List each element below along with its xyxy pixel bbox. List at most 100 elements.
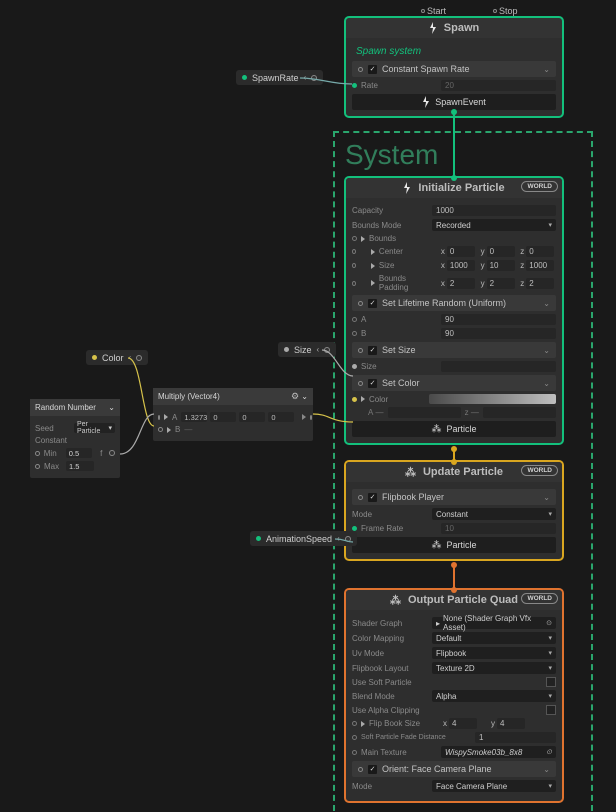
color-pill[interactable]: Color‹ <box>86 350 148 365</box>
init-footer[interactable]: ⁂Particle <box>352 421 556 437</box>
bp-y-field[interactable]: 2 <box>487 278 515 289</box>
chevron-left-icon: ‹ <box>304 73 307 82</box>
multiply-node[interactable]: Multiply (Vector4)⚙ ⌄ A 1.3273 0 0 0 B— <box>153 388 313 441</box>
mul-out-port[interactable] <box>310 415 312 420</box>
bp-z-field[interactable]: 2 <box>526 278 554 289</box>
output-port[interactable] <box>136 355 142 361</box>
update-footer[interactable]: ⁂Particle <box>352 537 556 553</box>
rate-field[interactable]: 20 <box>441 80 556 91</box>
mode-label: Mode <box>352 510 428 519</box>
mul-a-label: A <box>172 413 177 422</box>
mul-a-x[interactable]: 1.3273 <box>181 412 207 422</box>
mul-a-z[interactable]: 0 <box>239 412 265 422</box>
fb-layout-label: Flipbook Layout <box>352 664 428 673</box>
constant-label: Constant <box>35 436 115 445</box>
chevron-down-icon[interactable]: ⌄ <box>301 392 308 401</box>
min-field[interactable]: 0.5 <box>66 448 92 458</box>
random-number-node[interactable]: Random Number⌄ SeedPer Particle▾ Constan… <box>30 399 120 478</box>
gear-icon[interactable]: ⚙ <box>291 391 299 401</box>
use-soft-particle-check[interactable] <box>546 677 556 687</box>
size-pill[interactable]: Size‹ <box>278 342 336 357</box>
anim-speed-pill[interactable]: AnimationSpeed‹ <box>250 531 357 546</box>
target-icon[interactable]: ⊙ <box>546 748 552 756</box>
chevron-down-icon: ⌄ <box>543 65 550 74</box>
fb-y-field[interactable]: 4 <box>497 718 525 729</box>
chevron-down-icon: ⌄ <box>543 379 550 388</box>
orient-header[interactable]: ✓Orient: Face Camera Plane⌄ <box>352 761 556 777</box>
max-port[interactable] <box>35 464 40 469</box>
color-gradient[interactable] <box>429 394 556 404</box>
spawn-node[interactable]: Spawn Spawn system ✓ Constant Spawn Rate… <box>346 18 562 116</box>
output-port[interactable] <box>345 536 351 542</box>
chevron-down-icon: ▾ <box>548 692 552 700</box>
min-port[interactable] <box>35 451 40 456</box>
chevron-down-icon[interactable]: ⌄ <box>108 403 115 412</box>
blend-select[interactable]: Alpha▾ <box>432 690 556 702</box>
set-lifetime-header[interactable]: ✓Set Lifetime Random (Uniform)⌄ <box>352 295 556 311</box>
stop-marker: Stop <box>493 6 518 16</box>
fb-layout-select[interactable]: Texture 2D▾ <box>432 662 556 674</box>
orient-mode-label: Mode <box>352 782 428 791</box>
size-port[interactable] <box>352 364 357 369</box>
check-icon: ✓ <box>368 65 377 74</box>
framerate-field[interactable]: 10 <box>441 523 556 534</box>
fb-x-field[interactable]: 4 <box>449 718 477 729</box>
dash-label-z: z — <box>465 408 479 417</box>
target-icon[interactable]: ⊙ <box>546 619 552 627</box>
center-y-field[interactable]: 0 <box>487 246 515 257</box>
output-port[interactable] <box>324 347 330 353</box>
flipbook-header[interactable]: ✓Flipbook Player⌄ <box>352 489 556 505</box>
bounds-mode-select[interactable]: Recorded▾ <box>432 219 556 231</box>
center-x-field[interactable]: 0 <box>447 246 475 257</box>
init-particle-node[interactable]: Initialize Particle WORLD Capacity1000 B… <box>346 178 562 443</box>
capacity-field[interactable]: 1000 <box>432 205 556 216</box>
mul-b-port[interactable] <box>158 427 163 432</box>
main-tex-select[interactable]: WispySmoke03b_8x8⊙ <box>441 746 556 758</box>
size-y-field[interactable]: 10 <box>487 260 515 271</box>
chevron-left-icon: ‹ <box>337 534 340 543</box>
chevron-down-icon: ▾ <box>108 424 112 432</box>
mul-b-label: B <box>175 425 180 434</box>
max-field[interactable]: 1.5 <box>66 461 94 471</box>
center-z-field[interactable]: 0 <box>526 246 554 257</box>
size-z-field[interactable]: 1000 <box>526 260 554 271</box>
spawn-rate-pill[interactable]: SpawnRate‹ <box>236 70 323 85</box>
bp-x-field[interactable]: 2 <box>447 278 475 289</box>
alpha-clip-check[interactable] <box>546 705 556 715</box>
setsize-field[interactable] <box>441 361 556 372</box>
cm-select[interactable]: Default▾ <box>432 632 556 644</box>
set-color-header[interactable]: ✓Set Color⌄ <box>352 375 556 391</box>
lifetime-a-field[interactable]: 90 <box>441 314 556 325</box>
seed-select[interactable]: Per Particle▾ <box>74 423 115 433</box>
mul-header: Multiply (Vector4)⚙ ⌄ <box>153 388 313 405</box>
set-size-header[interactable]: ✓Set Size⌄ <box>352 342 556 358</box>
soft-fade-field[interactable]: 1 <box>475 732 556 743</box>
rn-output-port[interactable] <box>109 450 115 456</box>
mul-a-y[interactable]: 0 <box>210 412 236 422</box>
spawn-const-rate-header[interactable]: ✓ Constant Spawn Rate ⌄ <box>352 61 556 77</box>
update-particle-node[interactable]: ⁂ Update Particle WORLD ✓Flipbook Player… <box>346 462 562 559</box>
update-mode-select[interactable]: Constant▾ <box>432 508 556 520</box>
size-x-field[interactable]: 1000 <box>447 260 475 271</box>
lifetime-a-label: A <box>361 315 437 324</box>
size-label: Size <box>379 261 437 270</box>
lifetime-b-field[interactable]: 90 <box>441 328 556 339</box>
start-marker: Start <box>421 6 446 16</box>
rate-port[interactable] <box>352 83 357 88</box>
bounds-label: Bounds <box>369 234 556 243</box>
output-quad-node[interactable]: ⁂ Output Particle Quad WORLD Shader Grap… <box>346 590 562 801</box>
color-port[interactable] <box>352 397 357 402</box>
color-extra-z[interactable] <box>483 407 556 418</box>
mul-a-v4: 1.3273 0 0 0 <box>181 412 294 422</box>
mul-a-port[interactable] <box>158 415 160 420</box>
orient-mode-select[interactable]: Face Camera Plane▾ <box>432 780 556 792</box>
mul-a-w[interactable]: 0 <box>268 412 294 422</box>
color-extra-a[interactable] <box>388 407 461 418</box>
system-label: System <box>345 139 438 171</box>
framerate-label: Frame Rate <box>361 524 437 533</box>
spawnevent-footer[interactable]: SpawnEvent <box>352 94 556 110</box>
uv-select[interactable]: Flipbook▾ <box>432 647 556 659</box>
sg-select[interactable]: ▸None (Shader Graph Vfx Asset)⊙ <box>432 617 556 629</box>
output-port[interactable] <box>311 75 317 81</box>
chevron-down-icon: ▾ <box>548 664 552 672</box>
